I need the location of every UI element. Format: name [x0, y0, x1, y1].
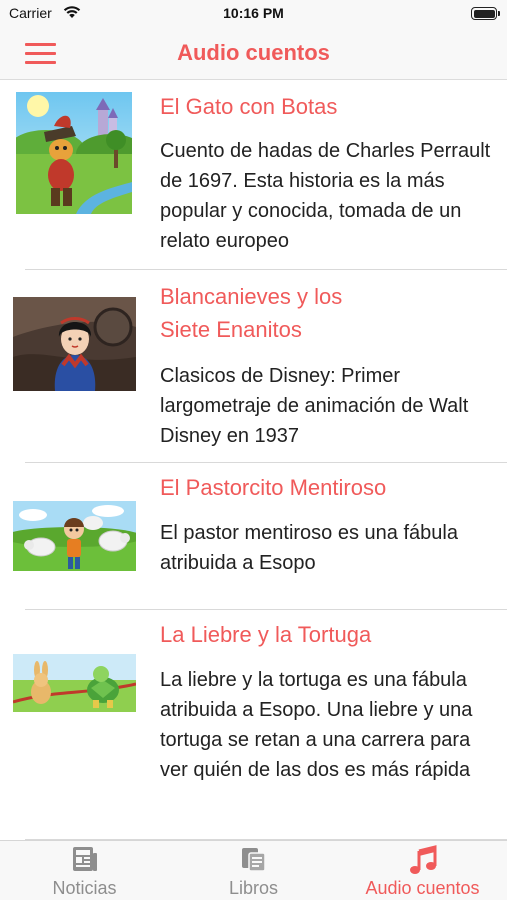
tab-label: Libros [228, 878, 279, 898]
navigation-bar: Audio cuentos [0, 30, 507, 80]
story-title-line-2: Siete Enanitos [160, 317, 302, 342]
battery-icon [471, 7, 500, 20]
tab-bar: Noticias Libros Audio cuentos [0, 840, 507, 900]
tab-label: Audio cuentos [365, 878, 480, 898]
list-item[interactable]: Blancanieves y los Siete Enanitos Clasic… [0, 270, 507, 463]
tab-noticias[interactable]: Noticias [0, 841, 169, 900]
story-list[interactable]: El Gato con Botas Cuento de hadas de Cha… [0, 80, 507, 840]
page-title: Audio cuentos [177, 40, 330, 65]
story-title: El Pastorcito Mentiroso [160, 475, 387, 500]
tab-audio-cuentos[interactable]: Audio cuentos [338, 841, 507, 900]
clock: 10:16 PM [223, 5, 284, 21]
story-description: La liebre y la tortuga es una fábula atr… [160, 669, 473, 781]
story-title-line-1: Blancanieves y los [160, 284, 343, 309]
story-title: La Liebre y la Tortuga [160, 622, 372, 647]
story-description: El pastor mentiroso es una fábula atribu… [160, 522, 458, 574]
snow-white-thumbnail [13, 297, 136, 391]
story-description: Cuento de hadas de Charles Perrault de 1… [160, 140, 491, 252]
list-item[interactable]: La Liebre y la Tortuga La liebre y la to… [0, 610, 507, 840]
tab-libros[interactable]: Libros [169, 841, 338, 900]
story-title: El Gato con Botas [160, 94, 338, 119]
status-bar: Carrier 10:16 PM [0, 0, 507, 30]
newspaper-icon [72, 847, 97, 871]
story-description: Clasicos de Disney: Primer largometraje … [160, 365, 469, 447]
shepherd-boy-thumbnail [13, 501, 136, 571]
puss-in-boots-thumbnail [16, 92, 132, 214]
books-icon [241, 848, 266, 872]
tab-label: Noticias [52, 878, 117, 898]
hare-tortoise-thumbnail [13, 654, 136, 712]
music-note-icon [409, 845, 436, 874]
list-item[interactable]: El Gato con Botas Cuento de hadas de Cha… [0, 80, 507, 270]
list-item[interactable]: El Pastorcito Mentiroso El pastor mentir… [0, 463, 507, 610]
